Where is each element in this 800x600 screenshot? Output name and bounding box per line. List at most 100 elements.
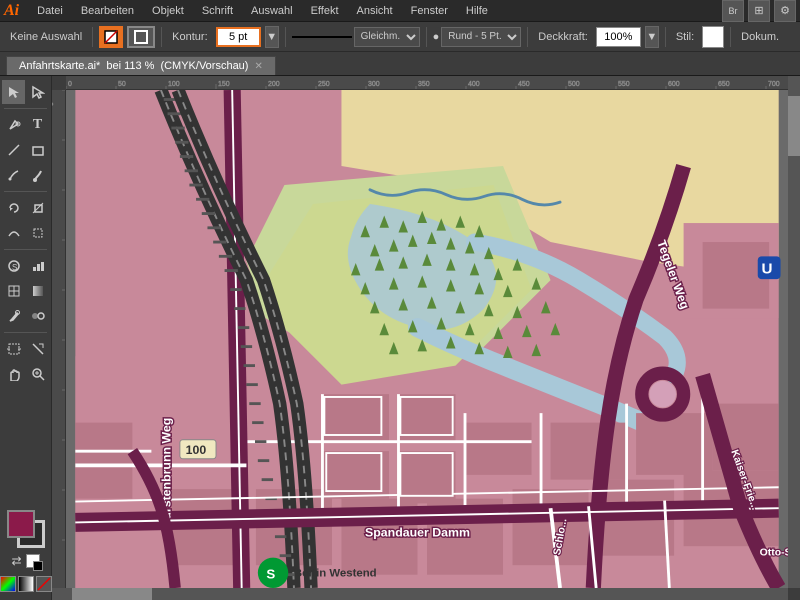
symbol-tool-btn[interactable]: S — [2, 254, 25, 278]
blend-icon — [31, 309, 45, 323]
tool-row-4 — [2, 163, 49, 187]
menu-ansicht[interactable]: Ansicht — [349, 3, 401, 19]
menu-objekt[interactable]: Objekt — [144, 3, 192, 19]
ruler-corner — [52, 76, 66, 90]
opacity-down-btn[interactable]: ▼ — [645, 26, 659, 48]
tab-filename: Anfahrtskarte.ai* — [19, 60, 100, 72]
svg-text:450: 450 — [518, 81, 530, 88]
fill-stroke-pair[interactable] — [7, 510, 45, 548]
color-swatches: ⇄ — [2, 506, 49, 596]
hand-icon — [7, 367, 21, 381]
svg-text:150: 150 — [218, 81, 230, 88]
scrollbar-thumb-v[interactable] — [788, 96, 800, 156]
svg-text:350: 350 — [418, 81, 430, 88]
stroke-input[interactable] — [216, 27, 261, 47]
direct-arrow-icon — [31, 85, 45, 99]
opacity-input[interactable] — [596, 27, 641, 47]
select-tool-btn[interactable] — [2, 80, 25, 104]
swap-icon[interactable]: ⇄ — [11, 554, 21, 568]
menu-bearbeiten[interactable]: Bearbeiten — [73, 3, 142, 19]
menu-auswahl[interactable]: Auswahl — [243, 3, 301, 19]
solid-color-btn[interactable] — [0, 576, 16, 592]
slice-tool-btn[interactable] — [26, 337, 49, 361]
svg-text:200: 200 — [268, 81, 280, 88]
type-tool-btn[interactable]: T — [26, 113, 49, 137]
menu-fenster[interactable]: Fenster — [403, 3, 456, 19]
hand-tool-btn[interactable] — [2, 362, 25, 386]
warp-icon — [7, 226, 21, 240]
blend-tool-btn[interactable] — [26, 304, 49, 328]
eyedropper-tool-btn[interactable] — [2, 304, 25, 328]
direct-select-tool-btn[interactable] — [26, 80, 49, 104]
toolbox: T — [0, 76, 52, 600]
freetransform-tool-btn[interactable] — [26, 221, 49, 245]
grid-btn[interactable]: ⊞ — [748, 0, 770, 22]
svg-text:Otto-S.: Otto-S. — [760, 548, 788, 559]
workspace-btn[interactable]: ⚙ — [774, 0, 796, 22]
svg-text:600: 600 — [668, 81, 680, 88]
artboard-tool-btn[interactable] — [2, 337, 25, 361]
scrollbar-thumb-h[interactable] — [72, 588, 152, 600]
style-swatch[interactable] — [702, 26, 724, 48]
pencil-tool-btn[interactable] — [2, 163, 25, 187]
document-tab[interactable]: Anfahrtskarte.ai* bei 113 % (CMYK/Vorsch… — [6, 56, 276, 75]
symbol-icon: S — [7, 259, 21, 273]
toolbar: Keine Auswahl Kontur: ▼ Gleichm. ● Rund … — [0, 22, 800, 52]
map-canvas[interactable]: 100 U S — [66, 90, 788, 588]
brush-tool-btn[interactable] — [26, 163, 49, 187]
stroke-icon — [133, 29, 149, 45]
scrollbar-vertical[interactable] — [788, 76, 800, 588]
line-tool-btn[interactable] — [2, 138, 25, 162]
stroke-down-btn[interactable]: ▼ — [265, 26, 279, 48]
menu-hilfe[interactable]: Hilfe — [458, 3, 496, 19]
scale-tool-btn[interactable] — [26, 196, 49, 220]
fill-swatch[interactable] — [7, 510, 35, 538]
mesh-tool-btn[interactable] — [2, 279, 25, 303]
kontur-label: Kontur: — [168, 31, 211, 43]
selection-label: Keine Auswahl — [6, 31, 86, 43]
shape-tool-btn[interactable] — [26, 138, 49, 162]
tab-close-btn[interactable]: ✕ — [254, 61, 262, 72]
stroke-type-select[interactable]: Gleichm. — [354, 27, 420, 47]
tool-row-2: T — [2, 113, 49, 137]
canvas-area: 0 50 100 150 200 250 300 350 400 450 500… — [52, 76, 800, 600]
sep1 — [92, 27, 93, 47]
graph-icon — [31, 259, 45, 273]
cap-select[interactable]: Rund - 5 Pt. — [441, 27, 521, 47]
sep3 — [285, 27, 286, 47]
none-color-btn[interactable] — [36, 576, 52, 592]
brush-icon — [31, 168, 45, 182]
sep6 — [665, 27, 666, 47]
scrollbar-horizontal[interactable] — [52, 588, 788, 600]
main-area: T — [0, 76, 800, 600]
stroke-line — [292, 36, 352, 38]
bridge-btn[interactable]: Br — [722, 0, 744, 22]
gradient-color-btn[interactable] — [18, 576, 34, 592]
svg-text:400: 400 — [468, 81, 480, 88]
rotate-icon — [7, 201, 21, 215]
svg-text:100: 100 — [168, 81, 180, 88]
menu-effekt[interactable]: Effekt — [303, 3, 347, 19]
opacity-label: Deckkraft: — [534, 31, 592, 43]
tool-div-2 — [4, 191, 47, 192]
ruler-v-marks: 0 — [52, 90, 66, 588]
menu-datei[interactable]: Datei — [29, 3, 71, 19]
line-icon — [7, 143, 21, 157]
rotate-tool-btn[interactable] — [2, 196, 25, 220]
default-colors-icon[interactable] — [26, 554, 40, 568]
svg-text:100: 100 — [186, 443, 207, 457]
menu-schrift[interactable]: Schrift — [194, 3, 241, 19]
zoom-tool-btn[interactable] — [26, 362, 49, 386]
gradient-tool-btn[interactable] — [26, 279, 49, 303]
stroke-swatch-btn[interactable] — [127, 26, 155, 48]
pencil-icon — [7, 168, 21, 182]
pen-tool-btn[interactable] — [2, 113, 25, 137]
graph-tool-btn[interactable] — [26, 254, 49, 278]
svg-text:300: 300 — [368, 81, 380, 88]
tool-row-1 — [2, 80, 49, 104]
fill-btn[interactable] — [99, 26, 123, 48]
ruler-horizontal: 0 50 100 150 200 250 300 350 400 450 500… — [66, 76, 788, 90]
color-mode-row — [0, 576, 52, 592]
menu-bar: Ai Datei Bearbeiten Objekt Schrift Auswa… — [0, 0, 800, 22]
warp-tool-btn[interactable] — [2, 221, 25, 245]
